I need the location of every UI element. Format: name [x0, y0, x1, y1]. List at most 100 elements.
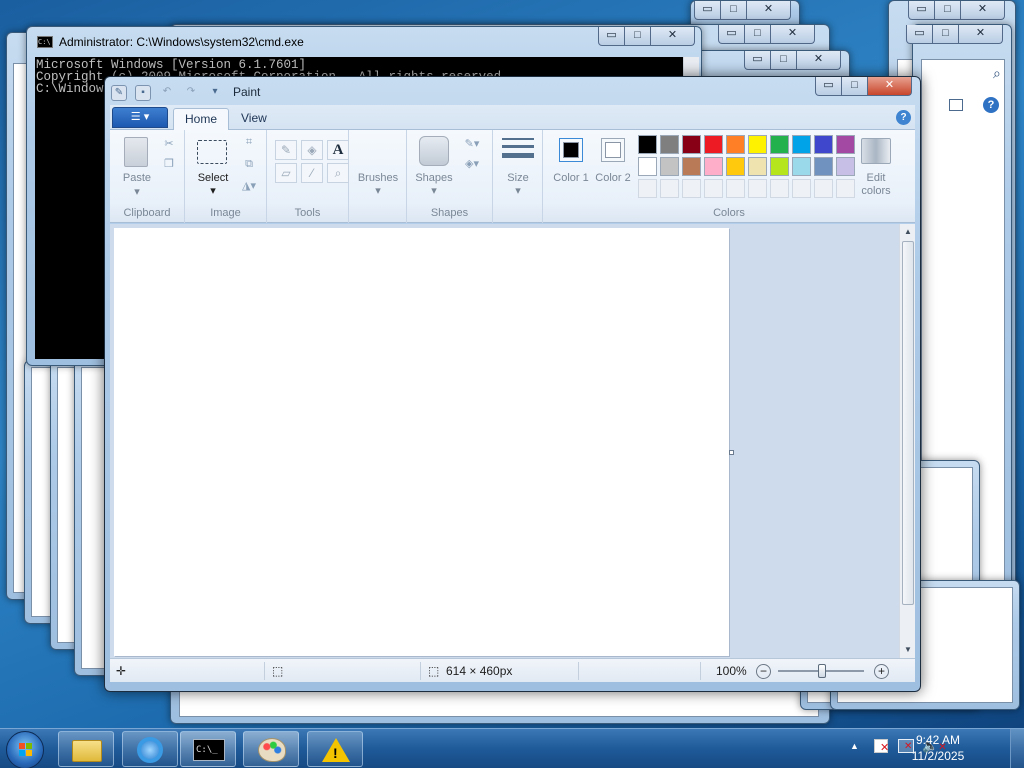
clock[interactable]: 9:42 AM 11/2/2025: [908, 732, 968, 764]
maximize-button[interactable]: □: [935, 1, 961, 20]
shapes-button[interactable]: Shapes: [411, 172, 457, 184]
maximize-button[interactable]: □: [771, 51, 797, 70]
paint-app-icon[interactable]: ✎: [111, 85, 127, 101]
size-lines-icon[interactable]: [502, 138, 534, 158]
color-swatch[interactable]: [770, 135, 789, 154]
paste-icon[interactable]: [124, 137, 148, 167]
color-swatch[interactable]: [704, 157, 723, 176]
minimize-button[interactable]: ▭: [744, 51, 771, 70]
zoom-out-button[interactable]: −: [756, 659, 771, 683]
taskbar-cmd-button[interactable]: C:\_: [180, 731, 236, 767]
color-swatch[interactable]: [792, 135, 811, 154]
maximize-button[interactable]: □: [625, 27, 651, 46]
color2-button[interactable]: Color 2: [595, 172, 631, 185]
taskbar-paint-button[interactable]: [243, 731, 299, 767]
custom-color-swatch[interactable]: [704, 179, 723, 198]
undo-icon[interactable]: ↶: [159, 85, 175, 101]
select-dropdown-icon[interactable]: ▾: [193, 184, 233, 197]
shapes-icon[interactable]: [419, 136, 449, 166]
custom-color-swatch[interactable]: [660, 179, 679, 198]
cut-icon[interactable]: ✂: [160, 136, 178, 152]
taskbar-explorer-button[interactable]: [58, 731, 114, 767]
taskbar-warning-button[interactable]: !: [307, 731, 363, 767]
color-swatch[interactable]: [660, 157, 679, 176]
custom-color-swatch[interactable]: [682, 179, 701, 198]
color-swatch[interactable]: [682, 135, 701, 154]
paste-dropdown-icon[interactable]: ▾: [118, 185, 156, 198]
start-button[interactable]: [6, 731, 44, 768]
tab-view[interactable]: View: [230, 108, 278, 130]
color-swatch[interactable]: [814, 135, 833, 154]
brushes-button[interactable]: Brushes: [353, 172, 403, 184]
select-button[interactable]: Select: [193, 172, 233, 184]
minimize-button[interactable]: ▭: [694, 1, 721, 20]
custom-color-swatch[interactable]: [814, 179, 833, 198]
custom-color-swatch[interactable]: [726, 179, 745, 198]
maximize-button[interactable]: □: [721, 1, 747, 20]
paint-window[interactable]: ✎ ▪ ↶ ↷ ▾ Paint ▭ □ ✕ ☰ ▾ Home View ? Pa…: [104, 76, 921, 692]
close-button[interactable]: ✕: [868, 77, 912, 96]
minimize-button[interactable]: ▭: [718, 25, 745, 44]
close-button[interactable]: ✕: [771, 25, 815, 44]
drawing-canvas[interactable]: [114, 228, 729, 656]
brushes-dropdown-icon[interactable]: ▾: [353, 184, 403, 197]
show-desktop-button[interactable]: [1010, 729, 1024, 768]
fill-icon[interactable]: ◈: [301, 140, 323, 160]
maximize-button[interactable]: □: [745, 25, 771, 44]
close-button[interactable]: ✕: [797, 51, 841, 70]
minimize-button[interactable]: ▭: [906, 25, 933, 44]
save-icon[interactable]: ▪: [135, 85, 151, 101]
taskbar-ie-button[interactable]: [122, 731, 178, 767]
select-icon[interactable]: [197, 140, 227, 164]
color-swatch[interactable]: [792, 157, 811, 176]
outline-icon[interactable]: ✎▾: [459, 136, 485, 152]
zoom-slider-thumb[interactable]: [818, 664, 826, 678]
redo-icon[interactable]: ↷: [183, 85, 199, 101]
canvas-scrollbar[interactable]: ▲ ▼: [899, 224, 915, 658]
color1-button[interactable]: Color 1: [553, 172, 589, 185]
crop-icon[interactable]: ⌗: [240, 134, 258, 150]
color-swatch[interactable]: [726, 135, 745, 154]
size-button[interactable]: Size: [495, 172, 541, 184]
custom-color-swatch[interactable]: [748, 179, 767, 198]
color-swatch[interactable]: [748, 135, 767, 154]
scroll-up-arrow-icon[interactable]: ▲: [900, 224, 916, 240]
custom-color-swatch[interactable]: [638, 179, 657, 198]
edit-colors-icon[interactable]: [861, 138, 891, 164]
tab-home[interactable]: Home: [173, 108, 230, 130]
eraser-icon[interactable]: ▱: [275, 163, 297, 183]
color-swatch[interactable]: [726, 157, 745, 176]
resize-handle-right[interactable]: [729, 450, 734, 455]
edit-colors-button[interactable]: Edit colors: [853, 172, 899, 198]
color-swatch[interactable]: [770, 157, 789, 176]
help-icon[interactable]: ?: [896, 110, 911, 125]
color1-swatch[interactable]: [559, 138, 583, 162]
size-dropdown-icon[interactable]: ▾: [495, 184, 541, 197]
color-swatch[interactable]: [638, 135, 657, 154]
search-icon[interactable]: ⌕: [993, 65, 1001, 82]
copy-icon[interactable]: ❐: [160, 156, 178, 172]
minimize-button[interactable]: ▭: [815, 77, 842, 96]
close-button[interactable]: ✕: [747, 1, 791, 20]
custom-color-swatch[interactable]: [792, 179, 811, 198]
scroll-down-arrow-icon[interactable]: ▼: [900, 642, 916, 658]
color-swatch[interactable]: [638, 157, 657, 176]
resize-icon[interactable]: ⧉: [240, 156, 258, 172]
color-swatch[interactable]: [748, 157, 767, 176]
customize-qat-icon[interactable]: ▾: [207, 85, 223, 101]
minimize-button[interactable]: ▭: [598, 27, 625, 46]
color-swatch[interactable]: [836, 135, 855, 154]
color-swatch[interactable]: [814, 157, 833, 176]
close-button[interactable]: ✕: [959, 25, 1003, 44]
maximize-button[interactable]: □: [933, 25, 959, 44]
action-center-icon[interactable]: ✕: [874, 739, 889, 754]
show-hidden-icons-button[interactable]: ▲: [850, 741, 859, 751]
color-swatch[interactable]: [660, 135, 679, 154]
rotate-icon[interactable]: ◮▾: [240, 178, 258, 194]
pencil-icon[interactable]: ✎: [275, 140, 297, 160]
custom-color-swatch[interactable]: [770, 179, 789, 198]
magnifier-icon[interactable]: ⌕: [327, 163, 349, 183]
minimize-button[interactable]: ▭: [908, 1, 935, 20]
shape-fill-icon[interactable]: ◈▾: [459, 156, 485, 172]
zoom-in-button[interactable]: +: [874, 659, 889, 683]
